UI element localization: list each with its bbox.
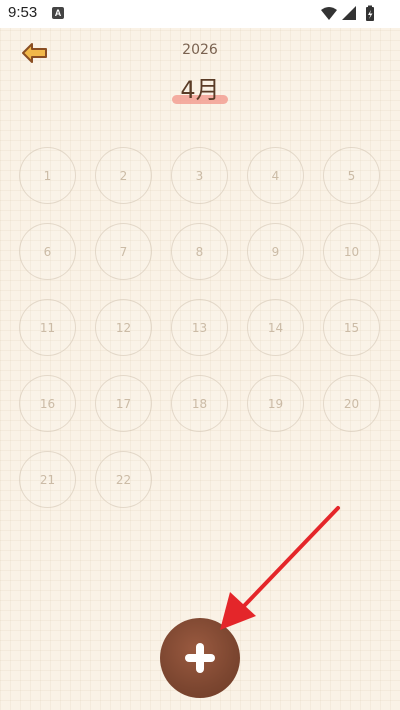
status-bar: 9:53 A (0, 0, 400, 28)
calendar-day[interactable]: 14 (247, 299, 304, 356)
calendar-day[interactable]: 2 (95, 147, 152, 204)
calendar-day[interactable]: 13 (171, 299, 228, 356)
calendar-day[interactable]: 3 (171, 147, 228, 204)
calendar-day[interactable]: 20 (323, 375, 380, 432)
wifi-icon (321, 7, 337, 20)
notification-icon: A (52, 7, 64, 19)
signal-icon (342, 6, 356, 20)
battery-icon (366, 5, 374, 21)
month-label: 4月 (180, 76, 220, 104)
calendar-day[interactable]: 7 (95, 223, 152, 280)
calendar-day[interactable]: 5 (323, 147, 380, 204)
calendar-day[interactable]: 15 (323, 299, 380, 356)
calendar-day[interactable]: 12 (95, 299, 152, 356)
calendar-day[interactable]: 6 (19, 223, 76, 280)
calendar-day[interactable]: 10 (323, 223, 380, 280)
calendar-day[interactable]: 19 (247, 375, 304, 432)
calendar-day[interactable]: 11 (19, 299, 76, 356)
status-icons (320, 5, 390, 23)
status-time: 9:53 (8, 4, 38, 21)
calendar-day[interactable]: 18 (171, 375, 228, 432)
plus-icon (185, 643, 215, 673)
calendar-day[interactable]: 21 (19, 451, 76, 508)
calendar-day[interactable]: 16 (19, 375, 76, 432)
calendar-day[interactable]: 9 (247, 223, 304, 280)
calendar-grid: 1 2 3 4 5 6 7 8 9 10 11 12 13 14 15 16 1… (19, 147, 384, 508)
calendar-day[interactable]: 4 (247, 147, 304, 204)
month-header: 4月 (150, 70, 250, 110)
calendar-day[interactable]: 1 (19, 147, 76, 204)
calendar-day[interactable]: 8 (171, 223, 228, 280)
add-button[interactable] (160, 618, 240, 698)
calendar-day[interactable]: 22 (95, 451, 152, 508)
calendar-day[interactable]: 17 (95, 375, 152, 432)
year-label: 2026 (182, 42, 218, 58)
